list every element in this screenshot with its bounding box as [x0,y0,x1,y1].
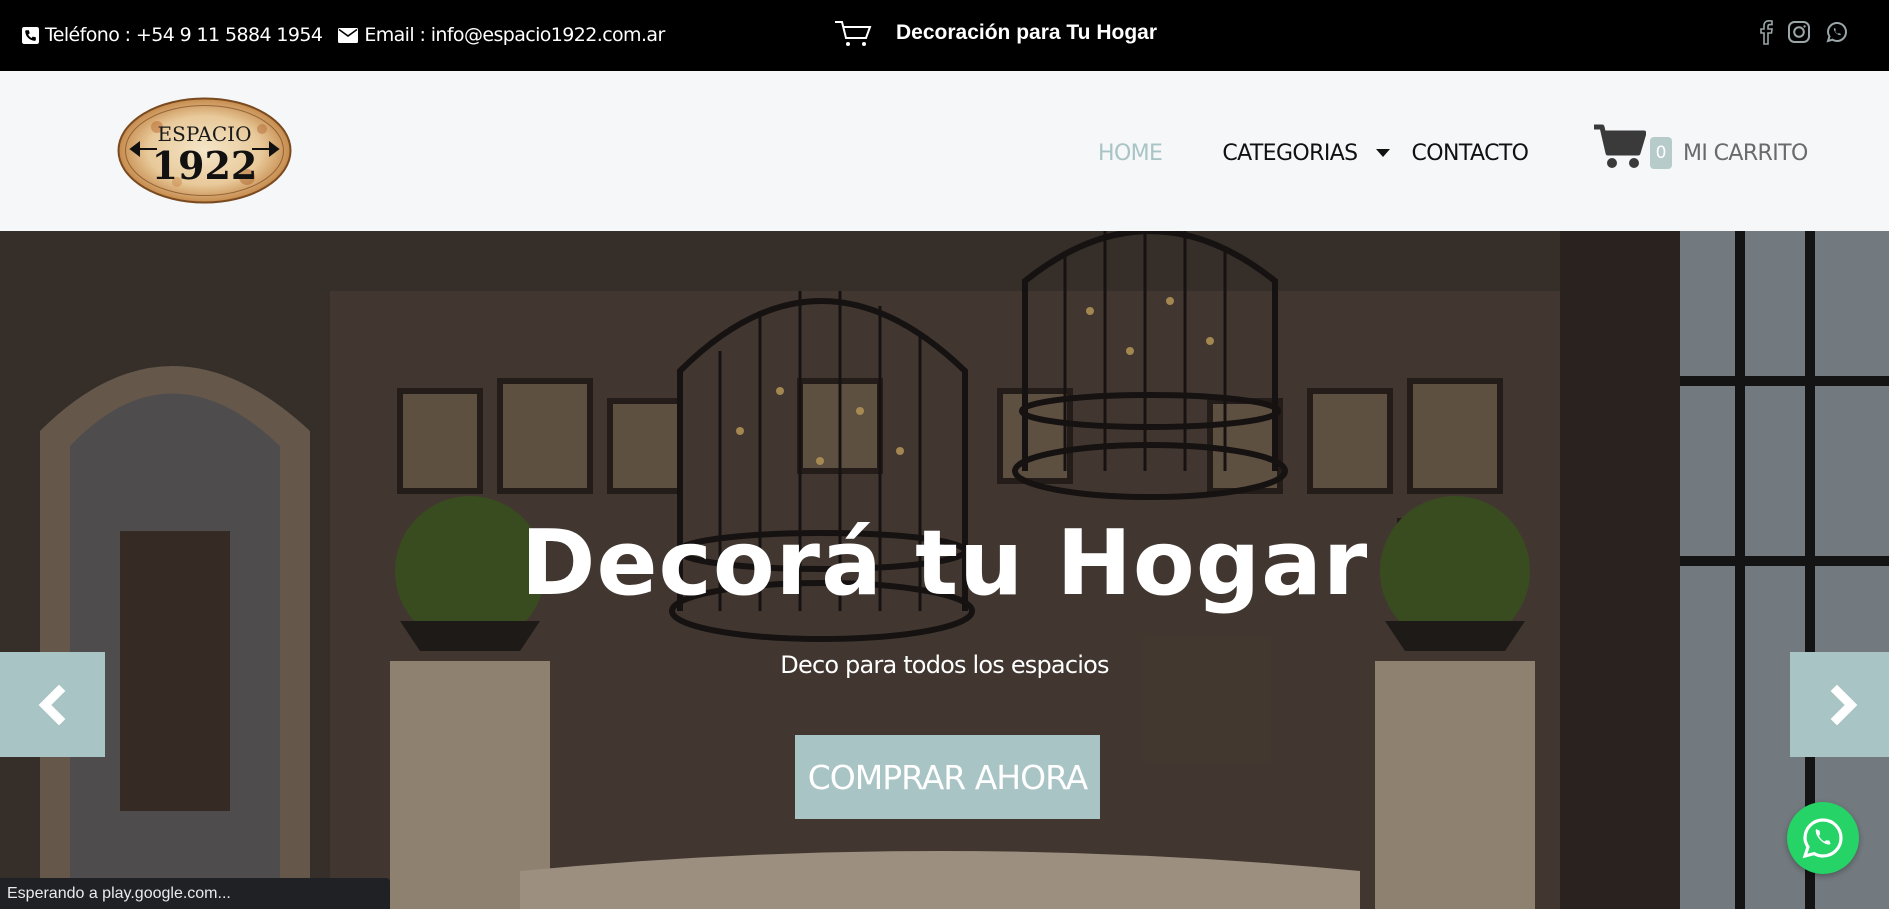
logo-text-bottom: 1922 [152,143,258,188]
nav-home[interactable]: HOME [1098,141,1163,166]
browser-status-bar: Esperando a play.google.com... [0,878,390,909]
nav-categorias[interactable]: CATEGORIAS [1222,141,1390,166]
cart-widget[interactable]: 0 MI CARRITO [1592,120,1808,174]
envelope-icon [338,27,359,43]
instagram-icon[interactable] [1787,20,1811,44]
caret-down-icon[interactable] [1375,149,1390,157]
email-text: Email : info@espacio1922.com.ar [364,24,665,46]
cart-count-badge: 0 [1650,137,1672,169]
nav-categorias-label[interactable]: CATEGORIAS [1222,141,1358,166]
promo-banner: Decoración para Tu Hogar [834,17,1157,49]
promo-text: Decoración para Tu Hogar [896,21,1158,44]
shopping-cart-icon[interactable] [1592,123,1646,171]
phone-text: Teléfono : +54 9 11 5884 1954 [45,24,323,46]
hero-title: Decorá tu Hogar [520,511,1369,616]
main-nav: HOME CATEGORIAS CONTACTO [1098,137,1529,169]
chevron-right-icon [1830,684,1857,725]
site-header: ESPACIO 1922 HOME CATEGORIAS CONTACTO 0 … [0,71,1889,231]
email-info[interactable]: Email : info@espacio1922.com.ar [338,24,665,46]
phone-info[interactable]: Teléfono : +54 9 11 5884 1954 [22,24,323,46]
cart-label[interactable]: MI CARRITO [1683,141,1808,166]
contact-info: Teléfono : +54 9 11 5884 1954 Email : in… [22,22,665,48]
social-links [1759,18,1849,46]
nav-contacto[interactable]: CONTACTO [1412,141,1529,166]
slider-next-button[interactable] [1790,652,1889,757]
shopping-cart-outline-icon [835,21,872,46]
slider-prev-button[interactable] [0,652,105,757]
top-bar: Teléfono : +54 9 11 5884 1954 Email : in… [0,0,1889,71]
hero-subtitle: Deco para todos los espacios [780,651,1109,679]
whatsapp-icon[interactable] [1825,20,1849,44]
chevron-left-icon [38,684,65,725]
buy-now-button[interactable]: COMPRAR AHORA [795,735,1100,819]
whatsapp-icon [1802,818,1843,859]
site-logo[interactable]: ESPACIO 1922 [117,97,292,204]
phone-icon [22,26,39,44]
whatsapp-float-button[interactable] [1787,802,1859,874]
facebook-icon[interactable] [1759,19,1773,45]
hero-slider: Decorá tu Hogar Deco para todos los espa… [0,231,1889,909]
